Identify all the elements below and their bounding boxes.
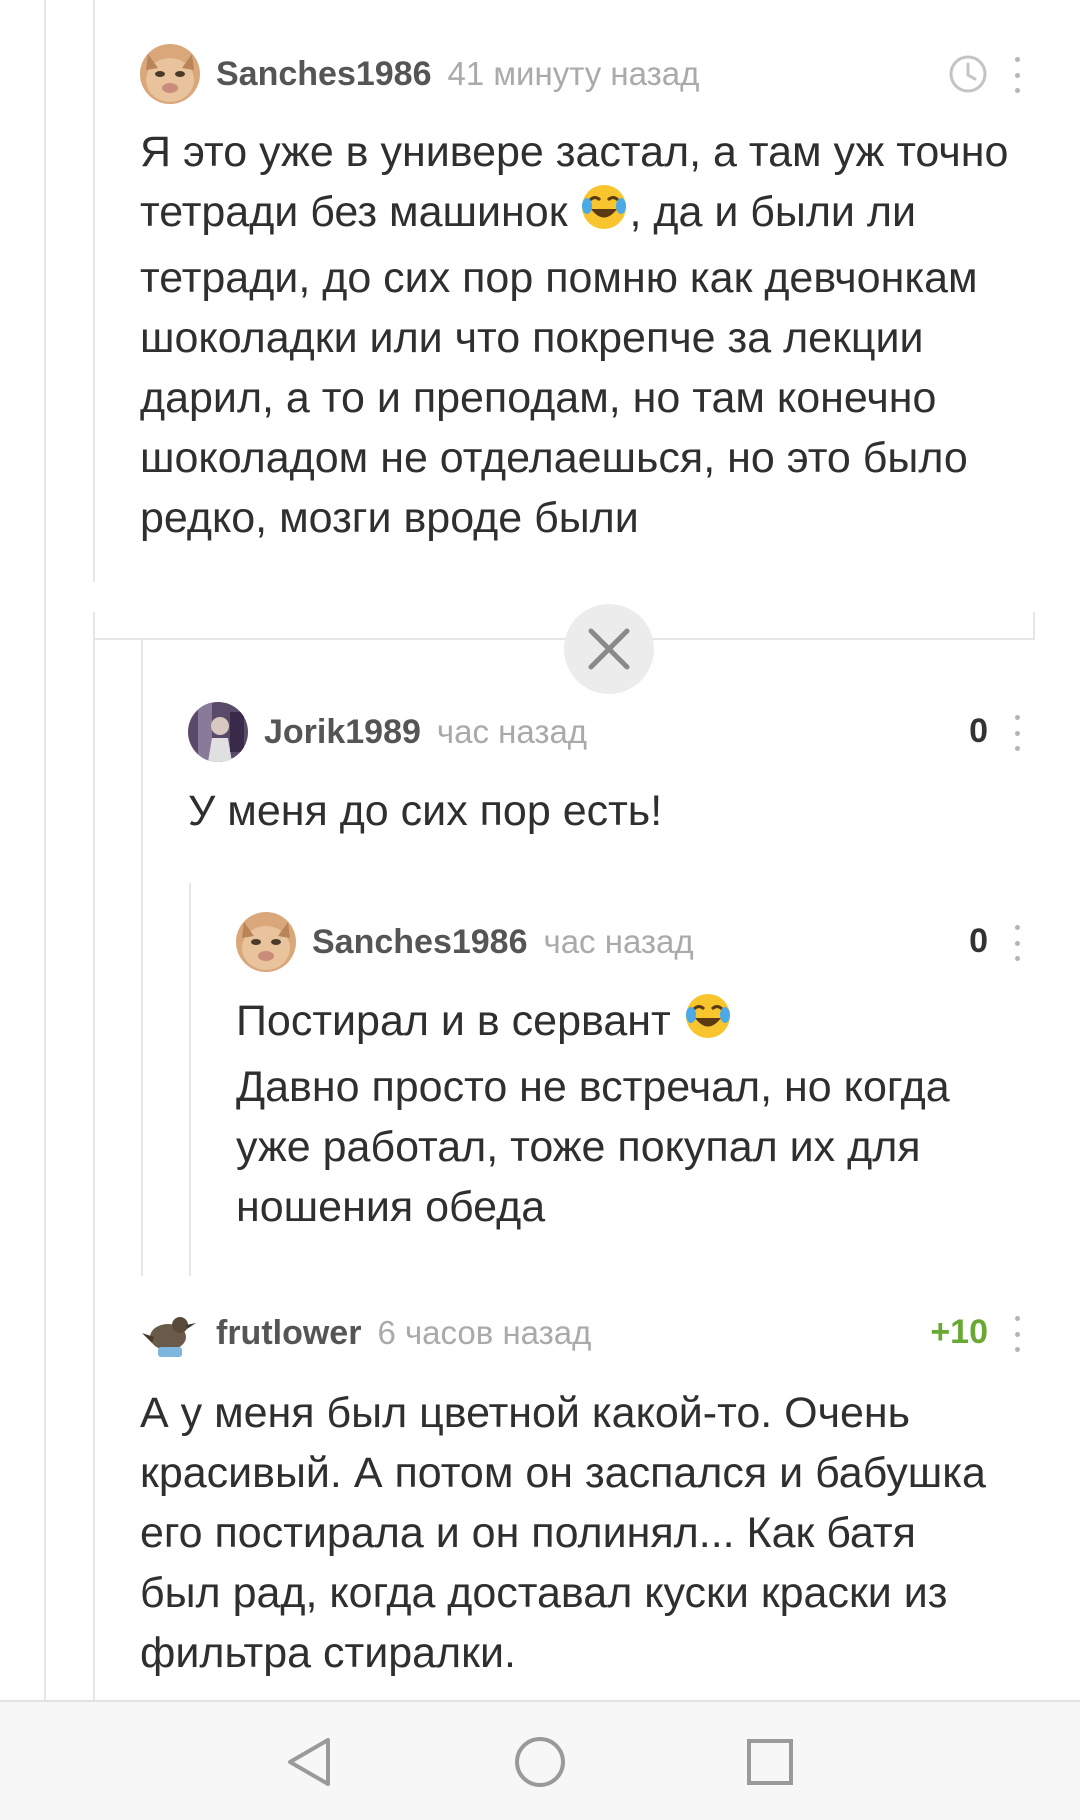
thread-line-root [44,0,46,1700]
cat-avatar[interactable] [140,44,200,104]
comment-time[interactable]: час назад [544,923,694,961]
comment-text-part: Давно просто не встречал, но когда уже р… [236,1063,950,1231]
comment-text: Постирал и в сервант Давно просто не вст… [236,991,1036,1237]
comment-text: Я это уже в универе застал, а там уж точ… [140,122,1040,548]
thread-line-level4[interactable] [189,883,191,1276]
comment-text-part: Постирал и в сервант [236,997,683,1045]
comment-rating: 0 [969,712,988,750]
comment-author[interactable]: Sanches1986 [312,923,528,962]
comment-header: Sanches1986 41 минуту назад [140,44,699,104]
comment-time[interactable]: 41 минуту назад [448,55,700,93]
comment-text-part: , да и были ли тетради, до сих пор помню… [140,188,978,542]
triangle-back-icon[interactable] [280,1732,340,1792]
comment-time[interactable]: 6 часов назад [377,1314,591,1352]
thread-line-level2[interactable] [93,612,95,1700]
collapse-thread-button[interactable] [564,604,654,694]
comments-screen: Sanches1986 41 минуту назад Я это уже в … [0,0,1080,1820]
more-vertical-icon[interactable] [1013,1316,1021,1352]
person-avatar[interactable] [188,702,248,762]
close-icon [588,628,630,670]
laughing-emoji-icon [579,182,629,248]
thread-line-level1 [93,0,95,582]
comment-header: frutlower 6 часов назад [140,1303,591,1363]
comment-author[interactable]: frutlower [216,1314,361,1353]
circle-home-icon[interactable] [510,1732,570,1792]
comment-time[interactable]: час назад [437,713,587,751]
comment-rating: +10 [930,1313,988,1351]
laughing-emoji-icon [683,991,733,1057]
more-vertical-icon[interactable] [1013,925,1021,961]
cat-avatar[interactable] [236,912,296,972]
comment-header: Sanches1986 час назад [236,912,694,972]
more-vertical-icon[interactable] [1013,715,1021,751]
system-navigation-bar [0,1700,1080,1820]
thread-line-level3[interactable] [141,640,143,1276]
bird-avatar[interactable] [140,1303,200,1363]
more-vertical-icon[interactable] [1013,57,1021,93]
comment-author[interactable]: Sanches1986 [216,55,432,94]
square-recent-icon[interactable] [740,1732,800,1792]
comment-rating: 0 [969,922,988,960]
thread-line-end [1033,612,1035,640]
comment-author[interactable]: Jorik1989 [264,713,421,752]
comment-text: А у меня был цветной какой-то. Очень кра… [140,1389,986,1677]
comment-header: Jorik1989 час назад [188,702,587,762]
comment-text: У меня до сих пор есть! [188,787,663,835]
clock-icon[interactable] [948,54,988,94]
